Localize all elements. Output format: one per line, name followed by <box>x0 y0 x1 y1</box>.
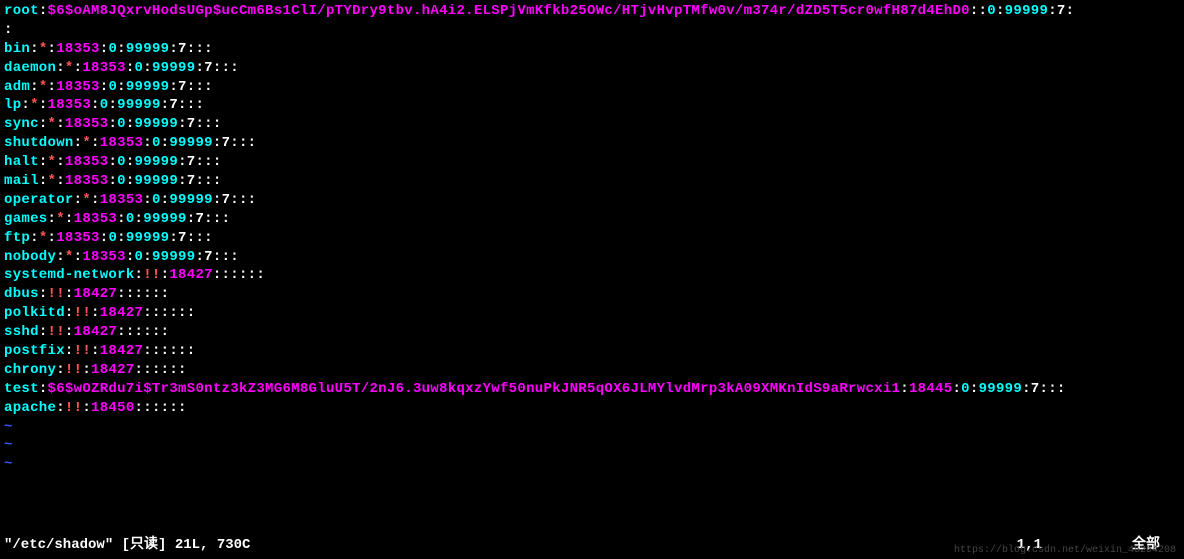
shadow-line: lp:*:18353:0:99999:7::: <box>4 96 1180 115</box>
shadow-line: systemd-network:!!:18427:::::: <box>4 266 1180 285</box>
shadow-line: nobody:*:18353:0:99999:7::: <box>4 248 1180 267</box>
shadow-line: adm:*:18353:0:99999:7::: <box>4 78 1180 97</box>
shadow-line: apache:!!:18450:::::: <box>4 399 1180 418</box>
shadow-line: bin:*:18353:0:99999:7::: <box>4 40 1180 59</box>
shadow-line: mail:*:18353:0:99999:7::: <box>4 172 1180 191</box>
shadow-line: chrony:!!:18427:::::: <box>4 361 1180 380</box>
shadow-line: dbus:!!:18427:::::: <box>4 285 1180 304</box>
shadow-line: test:$6$wOZRdu7i$Tr3mS0ntz3kZ3MG6M8GluU5… <box>4 380 1180 399</box>
shadow-line: sync:*:18353:0:99999:7::: <box>4 115 1180 134</box>
shadow-line: operator:*:18353:0:99999:7::: <box>4 191 1180 210</box>
vim-empty-line-tilde: ~ <box>4 455 1180 474</box>
shadow-line: postfix:!!:18427:::::: <box>4 342 1180 361</box>
shadow-line: sshd:!!:18427:::::: <box>4 323 1180 342</box>
shadow-line: games:*:18353:0:99999:7::: <box>4 210 1180 229</box>
vim-empty-line-tilde: ~ <box>4 436 1180 455</box>
shadow-line: shutdown:*:18353:0:99999:7::: <box>4 134 1180 153</box>
shadow-line: halt:*:18353:0:99999:7::: <box>4 153 1180 172</box>
shadow-line: daemon:*:18353:0:99999:7::: <box>4 59 1180 78</box>
vim-empty-line-tilde: ~ <box>4 418 1180 437</box>
watermark-text: https://blog.csdn.net/weixin_45254208 <box>954 544 1176 558</box>
shadow-line-continuation: : <box>4 21 1180 40</box>
status-file-info: "/etc/shadow" [只读] 21L, 730C <box>4 536 1017 555</box>
shadow-line: ftp:*:18353:0:99999:7::: <box>4 229 1180 248</box>
shadow-line: polkitd:!!:18427:::::: <box>4 304 1180 323</box>
terminal-content: root:$6$oAM8JQxrvHodsUGp$ucCm6Bs1ClI/pTY… <box>4 2 1180 474</box>
shadow-line: root:$6$oAM8JQxrvHodsUGp$ucCm6Bs1ClI/pTY… <box>4 2 1180 21</box>
